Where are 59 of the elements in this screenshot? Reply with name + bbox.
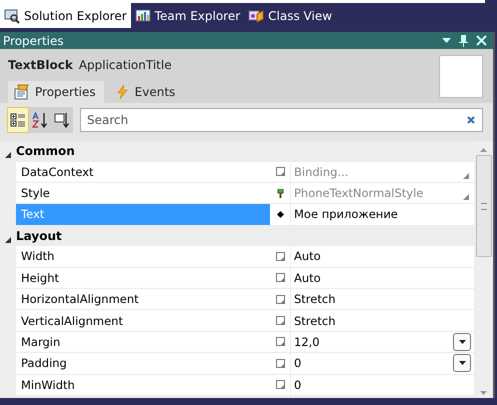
property-value[interactable]: 0 bbox=[294, 356, 302, 370]
property-marker-icon[interactable] bbox=[276, 337, 284, 346]
tab-label: Properties bbox=[35, 85, 96, 99]
property-name[interactable]: DataContext bbox=[16, 162, 270, 182]
property-marker-icon[interactable] bbox=[276, 380, 284, 390]
dropdown-arrow-icon[interactable] bbox=[442, 38, 451, 44]
caret-icon bbox=[458, 361, 466, 366]
categorized-list-icon[interactable] bbox=[7, 107, 29, 133]
pin-icon[interactable] bbox=[459, 34, 468, 46]
property-value[interactable]: Auto bbox=[294, 249, 321, 264]
property-marker-icon[interactable] bbox=[276, 273, 284, 282]
property-marker-icon[interactable] bbox=[276, 358, 284, 368]
tab-label: Solution Explorer bbox=[24, 8, 127, 22]
preview-box bbox=[439, 55, 483, 98]
property-name[interactable]: HorizontalAlignment bbox=[16, 288, 270, 310]
property-value[interactable]: Binding... bbox=[294, 164, 348, 179]
category-name: Common bbox=[16, 144, 75, 158]
property-name[interactable]: Style bbox=[16, 182, 270, 204]
diamond-icon[interactable] bbox=[276, 210, 284, 219]
property-name[interactable]: Margin bbox=[16, 332, 270, 352]
search-field[interactable]: Search bbox=[80, 108, 483, 132]
element-name: ApplicationTitle bbox=[78, 58, 172, 72]
property-value[interactable]: PhoneTextNormalStyle bbox=[294, 186, 424, 200]
tab-label: Class View bbox=[268, 8, 332, 22]
property-name[interactable]: Height bbox=[16, 268, 270, 288]
close-icon[interactable] bbox=[476, 35, 487, 46]
clear-search-icon[interactable] bbox=[467, 116, 475, 124]
magnifier-window-icon bbox=[4, 8, 20, 24]
property-name[interactable]: Width bbox=[16, 246, 270, 267]
panel-title: Properties bbox=[3, 34, 64, 48]
tab-label: Events bbox=[134, 85, 176, 99]
bar-chart-icon bbox=[134, 8, 151, 24]
document-tab[interactable]: Solution Explorer bbox=[0, 3, 131, 28]
property-value[interactable]: Stretch bbox=[294, 292, 336, 306]
dropdown-button[interactable] bbox=[453, 332, 471, 351]
document-tab[interactable]: Team Explorer bbox=[130, 3, 244, 28]
property-name[interactable]: Padding bbox=[16, 353, 270, 374]
document-tab[interactable]: Class View bbox=[244, 3, 336, 28]
property-marker-icon[interactable] bbox=[276, 167, 284, 176]
property-sheet-icon bbox=[14, 84, 30, 100]
property-marker-icon[interactable] bbox=[276, 316, 284, 326]
tab-label: Team Explorer bbox=[154, 8, 240, 22]
properties-tab[interactable]: Properties bbox=[8, 81, 104, 103]
category-name: Layout bbox=[16, 228, 62, 243]
properties-tab[interactable]: Events bbox=[108, 81, 184, 103]
caret-icon bbox=[458, 340, 466, 344]
property-name[interactable]: VerticalAlignment bbox=[16, 310, 270, 331]
property-value[interactable]: 12,0 bbox=[294, 334, 320, 349]
property-value[interactable]: Stretch bbox=[294, 314, 336, 328]
property-marker-icon[interactable] bbox=[276, 252, 284, 261]
property-value[interactable]: 0 bbox=[294, 378, 302, 392]
property-value[interactable]: Мое приложение bbox=[294, 207, 398, 222]
element-type: TextBlock bbox=[8, 58, 73, 72]
class-diagram-icon bbox=[248, 8, 264, 24]
property-name[interactable]: MinWidth bbox=[16, 374, 270, 395]
property-marker-icon[interactable] bbox=[276, 294, 284, 304]
property-value[interactable]: Auto bbox=[294, 270, 321, 285]
dropdown-button[interactable] bbox=[453, 354, 471, 372]
brush-icon[interactable] bbox=[276, 188, 284, 198]
